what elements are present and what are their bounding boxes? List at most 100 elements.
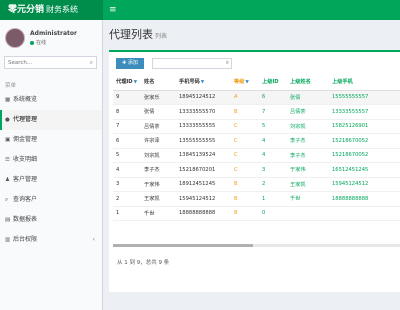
col-header-label: 等级 [234,79,245,86]
col-header-grade[interactable]: 等级▼ [231,74,259,91]
cell-agent-id: 3 [113,177,141,192]
table-row[interactable]: 4 李子杰 15218670201 C 3 于家伟 16512451245 [113,162,400,178]
chart-icon: ▤ [5,217,11,223]
cell-grade: A [231,90,259,105]
agent-table-body: 9 张家乐 18945124512 A 6 张倩 15555555557 8 张倩 1333355… [113,90,400,221]
col-header-label: 代理ID [116,79,133,86]
sidebar-search: ⌕ [4,56,97,69]
cell-agent-id: 2 [113,191,141,207]
cell-name: 张倩 [141,104,176,120]
table-header-row: 代理ID▼ 姓名 手机号码▼ 等级▼ 上级ID 上级姓名 上级手机 [113,74,400,91]
sidebar-item-agents[interactable]: ● 代理管理 [0,110,102,130]
cell-phone: 18912451245 [176,177,231,192]
sidebar-item-permissions[interactable]: ▥ 后台权限 ‹ [0,230,102,250]
search-icon[interactable]: ⌕ [90,59,93,67]
money-icon: ▣ [5,137,11,143]
col-header-agent-id[interactable]: 代理ID▼ [113,74,141,91]
brand-bold: 零元分销 [8,5,45,15]
cell-parent-name: 张倩 [287,90,329,105]
cell-parent-name: 王家凯 [287,177,329,192]
sidebar-item-customers[interactable]: ♟ 客户管理 [0,170,102,190]
table-search-input[interactable] [153,59,219,68]
sidebar-item-overview[interactable]: ▦ 系统概览 [0,90,102,110]
agent-table: 代理ID▼ 姓名 手机号码▼ 等级▼ 上级ID 上级姓名 上级手机 9 张家乐 18… [113,74,400,221]
cell-parent-phone [329,206,400,221]
sidebar-section-header: 菜单 [5,83,17,89]
sort-icon: ▼ [133,80,138,86]
agent-table-wrapper: 代理ID▼ 姓名 手机号码▼ 等级▼ 上级ID 上级姓名 上级手机 9 张家乐 18… [113,74,400,244]
cell-phone: 13555555555 [176,133,231,149]
table-search: ⌕ [152,58,232,69]
col-header-name[interactable]: 姓名 [141,74,176,91]
sidebar-item-label: 佣金管理 [13,136,38,143]
table-row[interactable]: 7 吕倩茶 13333555555 C 5 刘宗凯 15825126901 [113,119,400,134]
col-header-label: 上级ID [262,79,279,86]
cell-parent-phone: 15218670052 [329,148,400,163]
agent-list-box: ✚ 添加 ⌕ 代理ID▼ 姓名 手机号码▼ 等级▼ 上级ID 上级姓名 上级手机… [109,50,400,292]
users-icon: ♟ [5,177,10,183]
sidebar-item-reports[interactable]: ▤ 数据报表 [0,210,102,230]
cell-grade: B [231,191,259,207]
cell-agent-id: 5 [113,148,141,163]
cell-name: 于家伟 [141,177,176,192]
cell-parent-phone: 15218670052 [329,133,400,149]
sidebar-item-query-customers[interactable]: ⌕ 查询客户 [0,190,102,210]
hamburger-icon[interactable]: ≡ [109,0,117,20]
cell-name: 吕倩茶 [141,119,176,134]
cell-parent-id: 3 [259,162,287,178]
page-title-text: 代理列表 [109,28,153,41]
cell-agent-id: 9 [113,90,141,105]
cell-phone: 15218670201 [176,162,231,178]
cell-grade: B [231,206,259,221]
table-row[interactable]: 8 张倩 13333555570 B 7 吕倩茶 13333555557 [113,104,400,120]
table-row[interactable]: 1 千世 18888888888 B 0 [113,206,400,221]
sidebar-item-label: 代理管理 [13,116,38,123]
sidebar-search-input[interactable] [5,57,83,68]
cell-phone: 18945124512 [176,90,231,105]
search-icon[interactable]: ⌕ [226,60,229,67]
col-header-label: 姓名 [144,79,155,86]
cell-parent-id: 1 [259,191,287,207]
table-row[interactable]: 9 张家乐 18945124512 A 6 张倩 15555555557 [113,90,400,105]
avatar [5,28,25,48]
scrollbar-thumb[interactable] [113,244,253,247]
col-header-parent-id[interactable]: 上级ID [259,74,287,91]
cell-name: 张家乐 [141,90,176,105]
cell-name: 千世 [141,206,176,221]
cell-phone: 13333555555 [176,119,231,134]
sidebar-item-details[interactable]: ☰ 收支明细 [0,150,102,170]
table-row[interactable]: 2 王家凯 15945124512 B 1 千世 18888888888 [113,191,400,207]
brand-name: 财务系统 [46,5,79,14]
sidebar-item-commission[interactable]: ▣ 佣金管理 [0,130,102,150]
list-icon: ☰ [5,157,10,163]
cell-agent-id: 8 [113,104,141,120]
col-header-phone[interactable]: 手机号码▼ [176,74,231,91]
cell-agent-id: 4 [113,162,141,178]
cell-parent-name [287,206,329,221]
cell-parent-phone: 13333555557 [329,104,400,120]
user-name: Administrator [30,30,77,37]
table-row[interactable]: 3 于家伟 18912451245 B 2 王家凯 15945124512 [113,177,400,192]
cell-grade: B [231,104,259,120]
table-row[interactable]: 5 刘宗凯 13845139524 C 4 李子杰 15218670052 [113,148,400,163]
sidebar-item-label: 客户管理 [13,176,38,183]
cell-parent-id: 4 [259,148,287,163]
cell-grade: B [231,177,259,192]
table-row[interactable]: 6 许宗泽 13555555555 C 4 李子杰 15218670052 [113,133,400,149]
user-icon: ● [5,117,10,123]
cell-parent-phone: 15945124512 [329,177,400,192]
col-header-parent-name[interactable]: 上级姓名 [287,74,329,91]
cell-grade: C [231,162,259,178]
add-agent-button[interactable]: ✚ 添加 [116,58,144,69]
app-logo[interactable]: 零元分销 财务系统 [0,0,103,20]
col-header-parent-phone[interactable]: 上级手机 [329,74,400,91]
horizontal-scrollbar[interactable] [113,244,400,247]
col-header-label: 手机号码 [179,79,200,86]
cell-parent-phone: 16512451245 [329,162,400,178]
filter-icon: ▼ [245,80,249,86]
cell-name: 王家凯 [141,191,176,207]
cell-name: 刘宗凯 [141,148,176,163]
cell-phone: 18888888888 [176,206,231,221]
cell-parent-id: 0 [259,206,287,221]
sidebar-item-label: 系统概览 [13,96,38,103]
